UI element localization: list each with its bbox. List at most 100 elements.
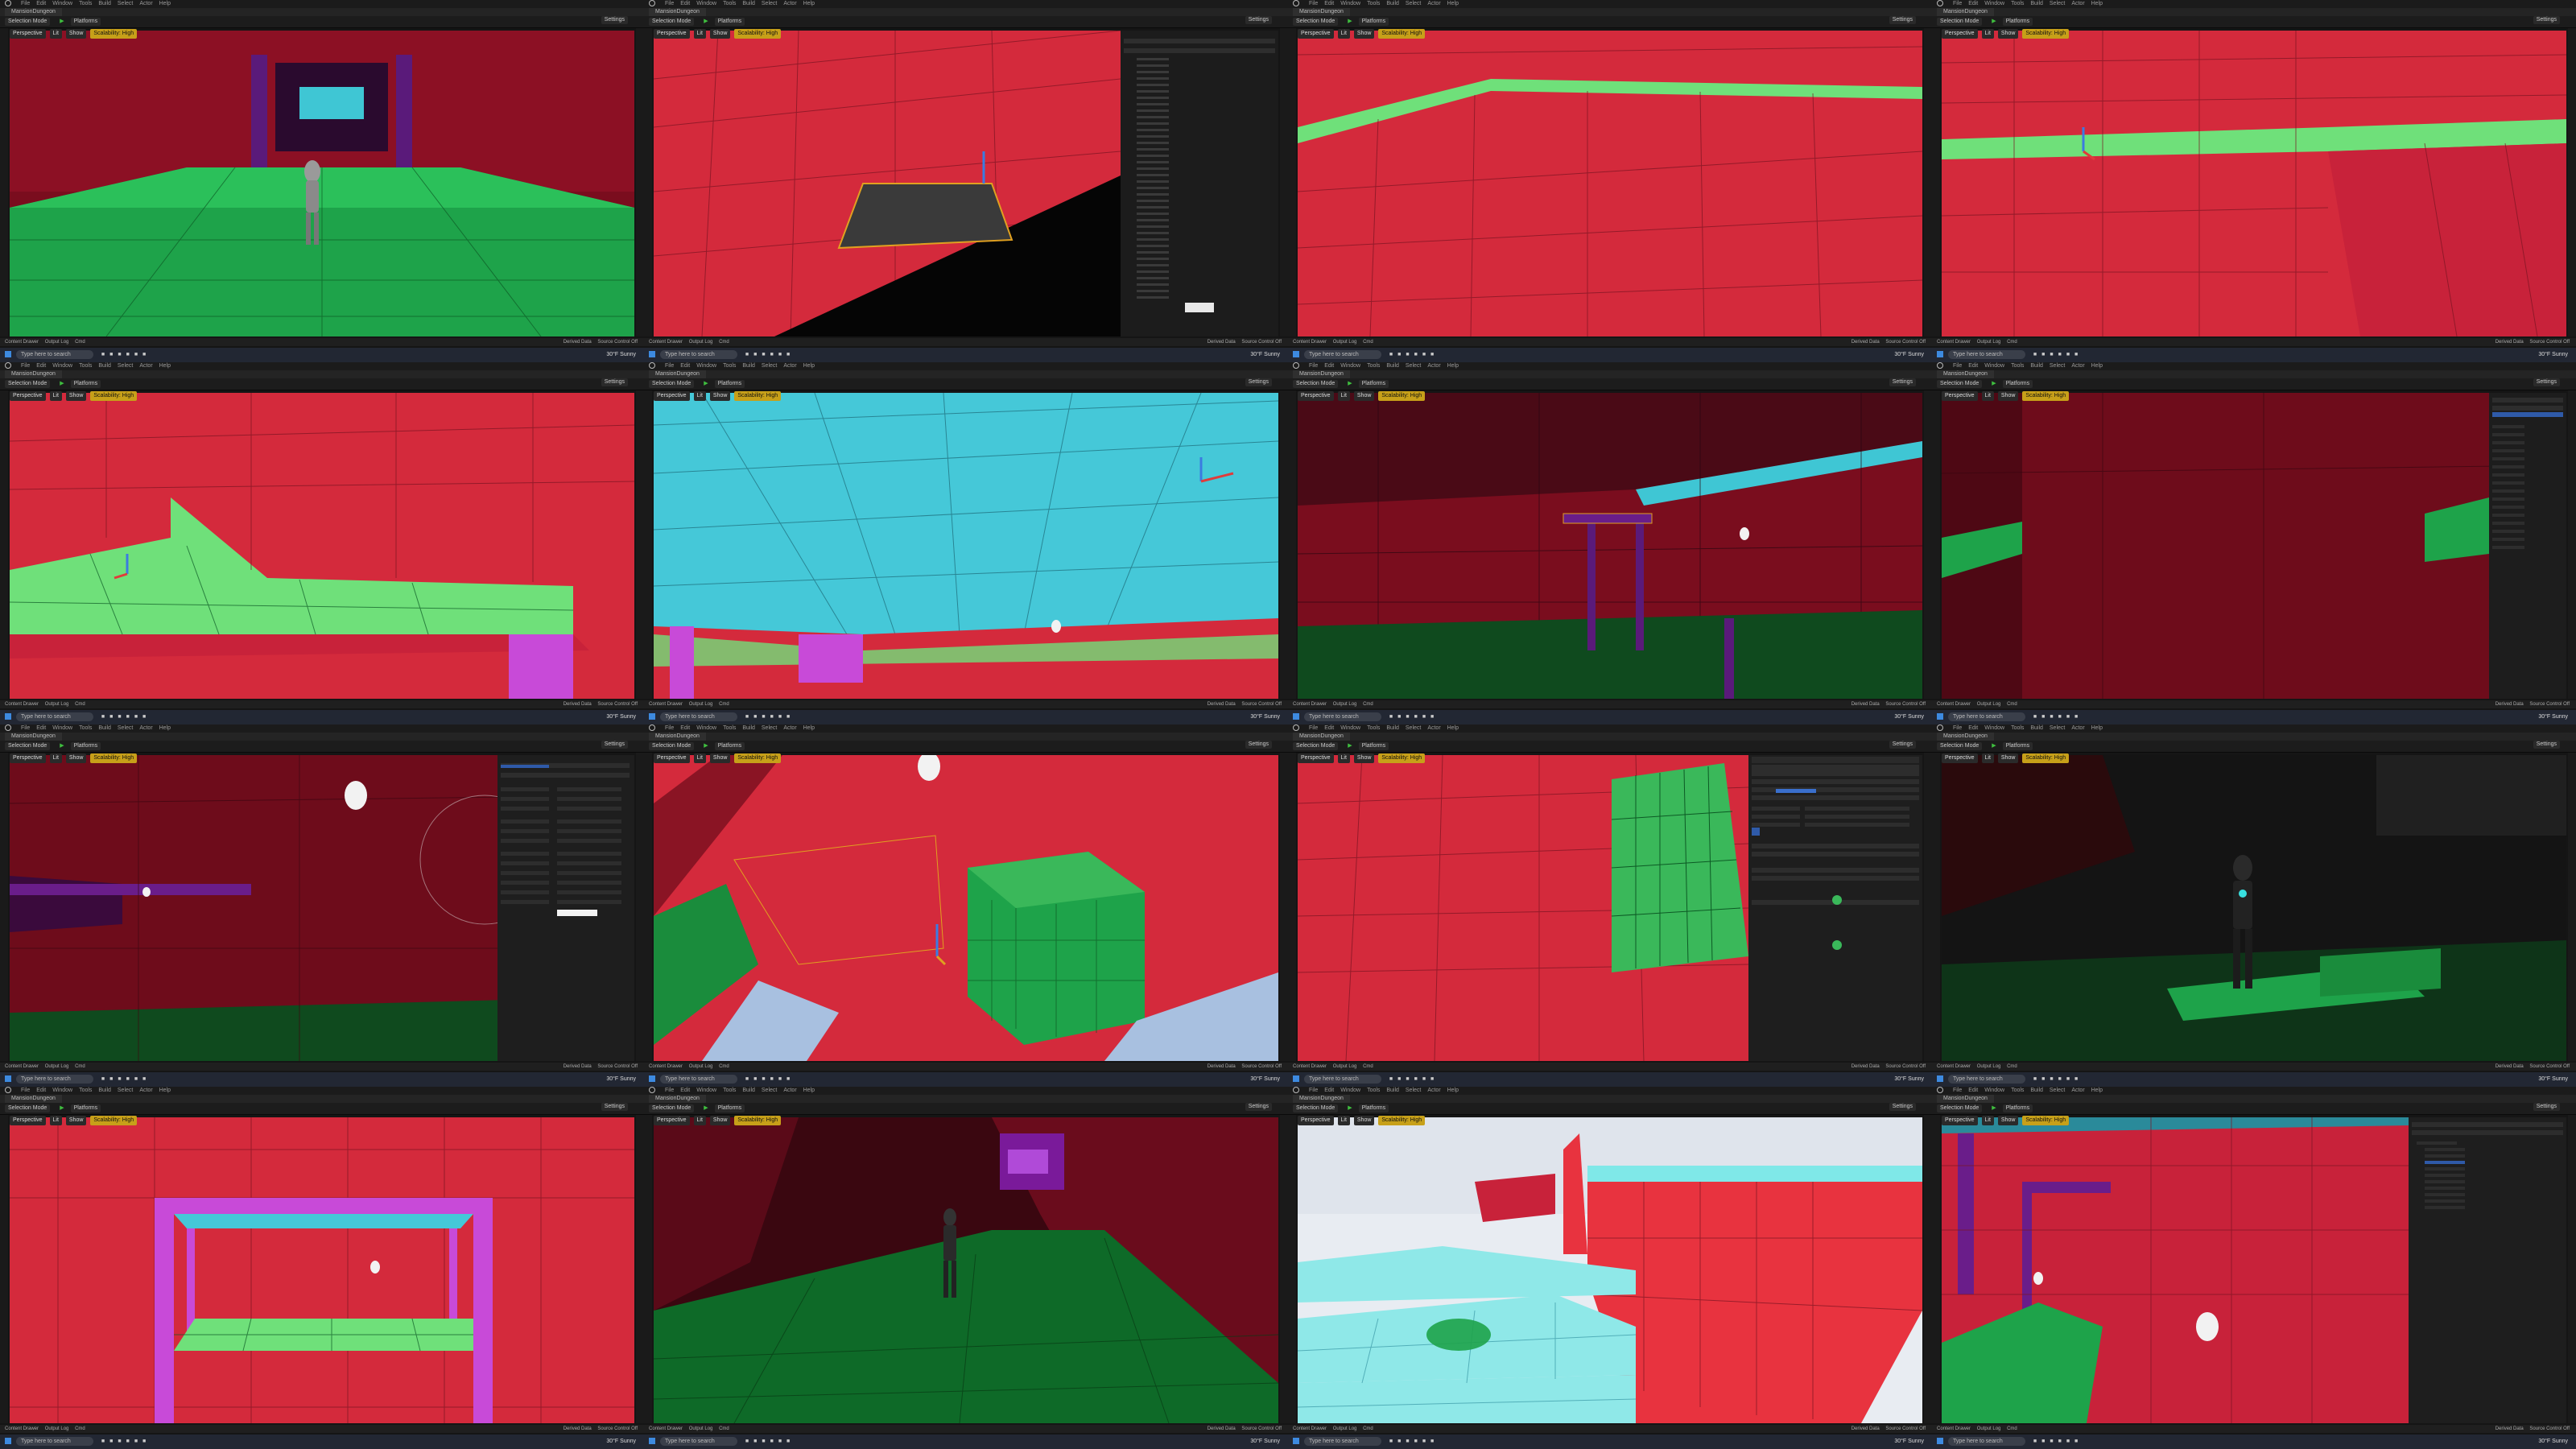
perspective-button[interactable]: Perspective — [1298, 1116, 1334, 1125]
menu-item-help[interactable]: Help — [2091, 1, 2103, 6]
menu-item-edit[interactable]: Edit — [1968, 363, 1978, 369]
content-drawer-button[interactable]: Content Drawer — [1937, 1426, 1971, 1431]
platforms-button[interactable]: Platforms — [714, 742, 745, 750]
cmd-input[interactable]: Cmd — [719, 1426, 729, 1431]
menu-item-select[interactable]: Select — [1406, 1088, 1421, 1093]
menu-item-window[interactable]: Window — [52, 1088, 72, 1093]
derived-data-button[interactable]: Derived Data — [1852, 1426, 1880, 1431]
menu-item-window[interactable]: Window — [1340, 1, 1360, 6]
taskbar-app-icons[interactable]: ■■■■■■ — [1389, 1072, 1439, 1087]
source-control-button[interactable]: Source Control Off — [1885, 1426, 1926, 1431]
windows-start-icon[interactable] — [649, 351, 655, 358]
lit-button[interactable]: Lit — [693, 391, 706, 401]
show-button[interactable]: Show — [709, 1116, 731, 1125]
taskbar-app-icons[interactable]: ■■■■■■ — [1389, 348, 1439, 362]
windows-start-icon[interactable] — [1937, 1075, 1943, 1083]
menu-item-edit[interactable]: Edit — [680, 1, 690, 6]
selection-mode-button[interactable]: Selection Mode — [5, 18, 51, 26]
menu-item-edit[interactable]: Edit — [680, 725, 690, 731]
content-drawer-button[interactable]: Content Drawer — [1293, 340, 1327, 345]
taskbar-app-icons[interactable]: ■■■■■■ — [2033, 348, 2083, 362]
viewport-scene-2[interactable] — [654, 31, 1278, 336]
play-icon[interactable]: ▶ — [1992, 1103, 1996, 1114]
menu-item-tools[interactable]: Tools — [1367, 725, 1380, 731]
viewport-scene-13[interactable] — [10, 1117, 634, 1423]
show-button[interactable]: Show — [709, 391, 731, 401]
platforms-button[interactable]: Platforms — [2002, 380, 2033, 388]
show-button[interactable]: Show — [65, 1116, 87, 1125]
menu-item-select[interactable]: Select — [2050, 725, 2065, 731]
taskbar-search-input[interactable]: Type here to search — [15, 349, 93, 359]
source-control-button[interactable]: Source Control Off — [1885, 702, 1926, 707]
level-viewport[interactable] — [1942, 1117, 2566, 1423]
menu-item-build[interactable]: Build — [742, 1, 755, 6]
menu-item-build[interactable]: Build — [742, 363, 755, 369]
selection-mode-button[interactable]: Selection Mode — [1293, 742, 1339, 750]
viewport-scene-8[interactable] — [1942, 393, 2566, 699]
menu-item-window[interactable]: Window — [696, 1088, 716, 1093]
menu-item-help[interactable]: Help — [2091, 725, 2103, 731]
windows-start-icon[interactable] — [649, 713, 655, 720]
level-tab[interactable]: MansionDungeon — [1937, 1095, 1994, 1103]
level-tab[interactable]: MansionDungeon — [1293, 8, 1350, 16]
taskbar-search-input[interactable]: Type here to search — [15, 1074, 93, 1084]
windows-start-icon[interactable] — [1937, 713, 1943, 720]
menu-item-actor[interactable]: Actor — [1427, 363, 1440, 369]
lit-button[interactable]: Lit — [1337, 1116, 1350, 1125]
lit-button[interactable]: Lit — [1337, 29, 1350, 39]
level-tab[interactable]: MansionDungeon — [5, 733, 62, 741]
menu-item-build[interactable]: Build — [98, 1, 111, 6]
source-control-button[interactable]: Source Control Off — [597, 1426, 638, 1431]
cmd-input[interactable]: Cmd — [75, 702, 85, 707]
menu-item-file[interactable]: File — [1309, 363, 1318, 369]
derived-data-button[interactable]: Derived Data — [564, 1426, 592, 1431]
menu-item-tools[interactable]: Tools — [2011, 1088, 2024, 1093]
menu-item-edit[interactable]: Edit — [1968, 1088, 1978, 1093]
source-control-button[interactable]: Source Control Off — [597, 340, 638, 345]
menu-item-select[interactable]: Select — [118, 1, 133, 6]
settings-button[interactable]: Settings — [2533, 378, 2560, 386]
menu-item-file[interactable]: File — [1953, 1, 1962, 6]
settings-button[interactable]: Settings — [1889, 741, 1916, 749]
play-icon[interactable]: ▶ — [1348, 1103, 1352, 1114]
menu-item-select[interactable]: Select — [762, 1088, 777, 1093]
settings-button[interactable]: Settings — [1889, 378, 1916, 386]
menu-item-edit[interactable]: Edit — [1324, 1, 1334, 6]
selection-mode-button[interactable]: Selection Mode — [649, 380, 695, 388]
menu-item-help[interactable]: Help — [1447, 363, 1459, 369]
level-tab[interactable]: MansionDungeon — [1937, 733, 1994, 741]
cmd-input[interactable]: Cmd — [2007, 702, 2017, 707]
settings-button[interactable]: Settings — [601, 378, 628, 386]
menu-item-tools[interactable]: Tools — [79, 1, 92, 6]
platforms-button[interactable]: Platforms — [1358, 18, 1389, 26]
output-log-button[interactable]: Output Log — [689, 340, 713, 345]
lit-button[interactable]: Lit — [1981, 29, 1994, 39]
menu-item-help[interactable]: Help — [159, 363, 171, 369]
level-tab[interactable]: MansionDungeon — [1937, 370, 1994, 378]
content-drawer-button[interactable]: Content Drawer — [1937, 702, 1971, 707]
lit-button[interactable]: Lit — [693, 753, 706, 763]
lit-button[interactable]: Lit — [49, 391, 62, 401]
cmd-input[interactable]: Cmd — [2007, 340, 2017, 345]
windows-start-icon[interactable] — [1937, 351, 1943, 358]
cmd-input[interactable]: Cmd — [2007, 1064, 2017, 1069]
menu-item-actor[interactable]: Actor — [2071, 1, 2084, 6]
level-viewport[interactable] — [654, 1117, 1278, 1423]
perspective-button[interactable]: Perspective — [654, 753, 690, 763]
level-viewport[interactable] — [10, 393, 634, 699]
menu-item-build[interactable]: Build — [98, 1088, 111, 1093]
settings-button[interactable]: Settings — [601, 741, 628, 749]
platforms-button[interactable]: Platforms — [2002, 18, 2033, 26]
menu-item-file[interactable]: File — [1953, 1088, 1962, 1093]
output-log-button[interactable]: Output Log — [689, 702, 713, 707]
output-log-button[interactable]: Output Log — [689, 1426, 713, 1431]
settings-button[interactable]: Settings — [1889, 1103, 1916, 1111]
level-viewport[interactable] — [10, 755, 634, 1061]
menu-item-window[interactable]: Window — [1984, 363, 2004, 369]
menu-item-help[interactable]: Help — [1447, 1, 1459, 6]
windows-start-icon[interactable] — [1937, 1438, 1943, 1445]
content-drawer-button[interactable]: Content Drawer — [1937, 1064, 1971, 1069]
content-drawer-button[interactable]: Content Drawer — [1293, 1426, 1327, 1431]
taskbar-search-input[interactable]: Type here to search — [1947, 1436, 2025, 1446]
level-tab[interactable]: MansionDungeon — [1293, 1095, 1350, 1103]
